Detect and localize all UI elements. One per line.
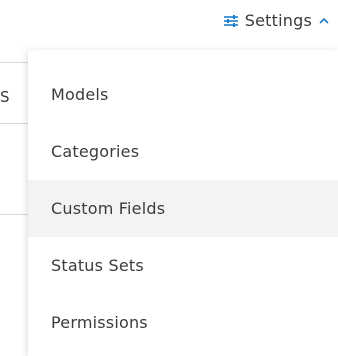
settings-dropdown-menu: Models Categories Custom Fields Status S… xyxy=(28,50,338,356)
menu-list: Models Categories Custom Fields Status S… xyxy=(28,66,338,351)
settings-label: Settings xyxy=(244,11,312,30)
divider-line xyxy=(0,62,28,63)
menu-item-label: Models xyxy=(51,84,109,104)
menu-item-models[interactable]: Models xyxy=(28,66,338,123)
menu-item-label: Custom Fields xyxy=(51,198,166,218)
background-page-edge: S xyxy=(0,0,30,356)
menu-item-permissions[interactable]: Permissions xyxy=(28,294,338,351)
divider-line xyxy=(0,123,28,124)
chevron-up-icon xyxy=(318,17,330,25)
menu-item-categories[interactable]: Categories xyxy=(28,123,338,180)
menu-item-label: Status Sets xyxy=(51,255,144,275)
sliders-icon xyxy=(223,14,239,28)
menu-item-label: Categories xyxy=(51,141,140,161)
divider-line xyxy=(0,214,28,215)
menu-item-custom-fields[interactable]: Custom Fields xyxy=(28,180,338,237)
menu-item-status-sets[interactable]: Status Sets xyxy=(28,237,338,294)
settings-button[interactable]: Settings xyxy=(223,7,330,35)
background-text-fragment: S xyxy=(0,88,10,106)
menu-item-label: Permissions xyxy=(51,312,148,332)
